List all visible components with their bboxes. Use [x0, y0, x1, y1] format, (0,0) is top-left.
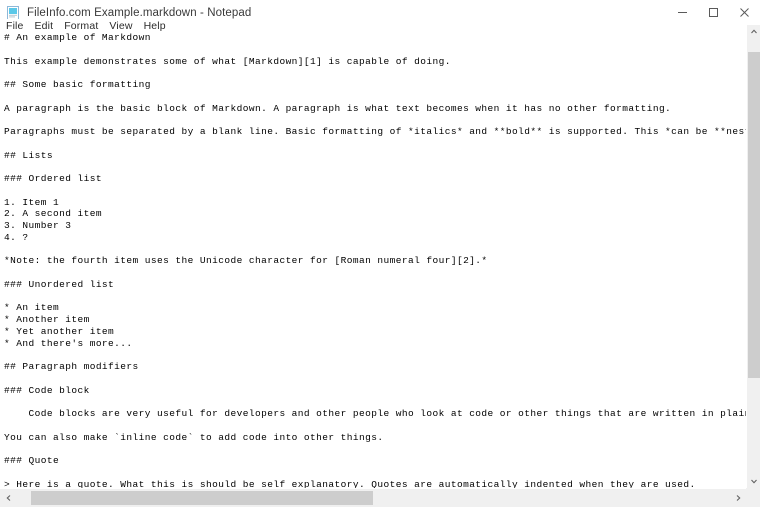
document-line: * An item	[4, 302, 60, 314]
document-line: *Note: the fourth item uses the Unicode …	[4, 255, 488, 267]
chevron-right-icon[interactable]	[729, 489, 746, 507]
document-line: # An example of Markdown	[4, 32, 151, 43]
document-line: * Yet another item	[4, 325, 115, 337]
document-line: Code blocks are very useful for develope…	[28, 408, 746, 419]
horizontal-scrollbar[interactable]	[0, 488, 746, 507]
chevron-up-icon[interactable]	[747, 25, 760, 39]
document-line: This example demonstrates some of what […	[4, 55, 451, 67]
document-line: ## Paragraph modifiers	[4, 361, 139, 372]
notepad-window: FileInfo.com Example.markdown - Notepad …	[0, 0, 760, 507]
document-text[interactable]: # An example of Markdown This example de…	[4, 32, 746, 488]
document-line: 4. ?	[4, 231, 29, 243]
document-line: > Here is a quote. What this is should b…	[4, 478, 696, 489]
document-line: ### Unordered list	[4, 278, 115, 290]
document-line: 3. Number 3	[4, 220, 72, 231]
menu-item-format[interactable]: Format	[64, 20, 98, 32]
document-line: * Another item	[4, 314, 90, 325]
document-line: 2. A second item	[4, 208, 102, 220]
document-line: Paragraphs must be separated by a blank …	[4, 126, 746, 137]
horizontal-scrollbar-thumb[interactable]	[31, 491, 373, 505]
chevron-left-icon[interactable]	[0, 489, 17, 507]
vertical-scrollbar[interactable]	[746, 25, 760, 488]
document-line: ### Quote	[4, 455, 60, 466]
window-title: FileInfo.com Example.markdown - Notepad	[27, 6, 252, 19]
document-line: ## Lists	[4, 149, 53, 161]
menu-item-help[interactable]: Help	[144, 20, 166, 32]
menu-item-view[interactable]: View	[109, 20, 132, 32]
document-line: A paragraph is the basic block of Markdo…	[4, 102, 672, 114]
menu-item-file[interactable]: File	[6, 20, 24, 32]
document-line: ### Ordered list	[4, 173, 102, 184]
text-area[interactable]: # An example of Markdown This example de…	[0, 32, 746, 488]
vertical-scrollbar-thumb[interactable]	[748, 52, 760, 379]
menu-bar: File Edit Format View Help	[0, 19, 760, 33]
document-line: * And there's more...	[4, 337, 133, 349]
chevron-down-icon[interactable]	[747, 474, 760, 488]
document-line: ## Some basic formatting	[4, 79, 151, 90]
document-line: 1. Item 1	[4, 196, 60, 208]
scrollbar-corner	[746, 488, 760, 507]
document-line: You can also make `inline code` to add c…	[4, 431, 384, 443]
menu-item-edit[interactable]: Edit	[35, 20, 54, 32]
document-line: ### Code block	[4, 384, 90, 396]
